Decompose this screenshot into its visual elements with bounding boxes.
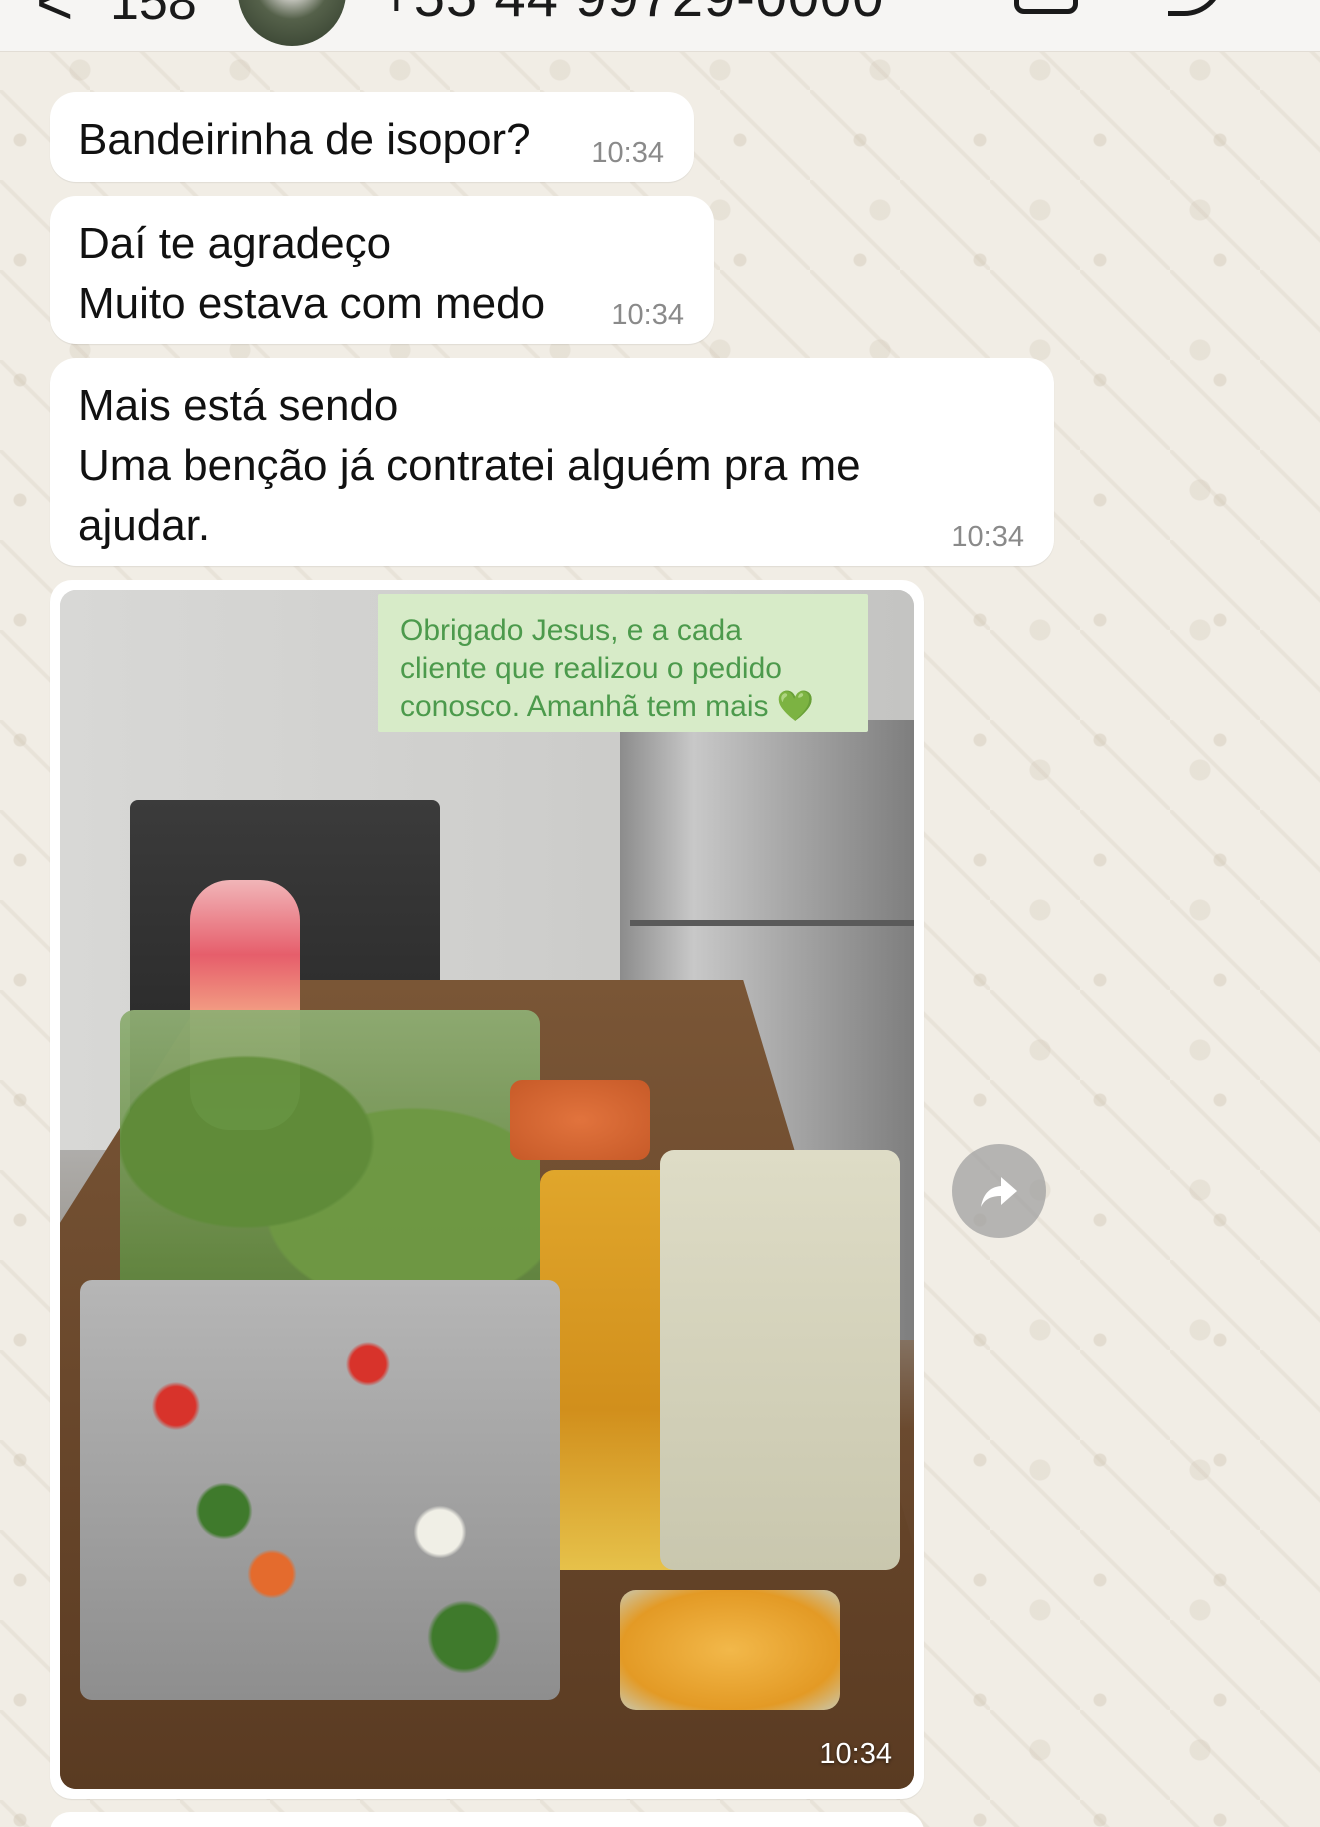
image-message-time: 10:34 bbox=[819, 1738, 892, 1770]
caption-line: Obrigado Jesus, e a cada bbox=[400, 614, 742, 647]
phone-icon[interactable] bbox=[1168, 0, 1224, 16]
message-text: Daí te agradeço bbox=[78, 219, 392, 268]
contact-phone[interactable]: +55 44 99729-0000 bbox=[380, 0, 884, 29]
message-time: 10:34 bbox=[611, 299, 684, 331]
photo-sprouts-bags bbox=[660, 1150, 900, 1570]
forward-arrow-icon bbox=[981, 1177, 1017, 1207]
message-text: ajudar. bbox=[78, 501, 211, 550]
message-text: Bandeirinha de isopor? bbox=[78, 115, 531, 164]
photo-mango-bag bbox=[620, 1590, 840, 1710]
next-message-bubble[interactable] bbox=[50, 1812, 924, 1827]
photo-carrots-bag bbox=[510, 1080, 650, 1160]
food-photo[interactable]: Obrigado Jesus, e a cada cliente que rea… bbox=[60, 590, 914, 1789]
photo-vegetable-trays bbox=[80, 1280, 560, 1700]
caption-text: conosco. Amanhã tem mais bbox=[400, 690, 769, 723]
contact-avatar[interactable] bbox=[238, 0, 346, 46]
photo-caption-overlay: Obrigado Jesus, e a cada cliente que rea… bbox=[378, 594, 868, 732]
message-bubble[interactable]: Daí te agradeço Muito estava com medo 10… bbox=[50, 196, 714, 344]
caption-line: cliente que realizou o pedido bbox=[400, 652, 782, 685]
video-camera-icon[interactable] bbox=[1014, 0, 1078, 14]
green-heart-emoji: 💚 bbox=[776, 690, 815, 723]
unread-count[interactable]: 158 bbox=[110, 0, 197, 32]
message-bubble[interactable]: Mais está sendo Uma benção já contratei … bbox=[50, 358, 1054, 566]
message-text: Mais está sendo bbox=[78, 381, 399, 430]
back-chevron-icon[interactable]: < bbox=[36, 0, 73, 34]
caption-line: conosco. Amanhã tem mais 💚 bbox=[400, 688, 846, 726]
forward-button[interactable] bbox=[952, 1144, 1046, 1238]
message-text: Muito estava com medo bbox=[78, 279, 546, 328]
message-time: 10:34 bbox=[951, 521, 1024, 553]
image-message-bubble[interactable]: Obrigado Jesus, e a cada cliente que rea… bbox=[50, 580, 924, 1799]
message-text: Uma benção já contratei alguém pra me bbox=[78, 441, 861, 490]
photo-fridge-handle bbox=[630, 920, 914, 926]
chat-header: < 158 +55 44 99729-0000 bbox=[0, 0, 1320, 52]
message-bubble[interactable]: Bandeirinha de isopor? 10:34 bbox=[50, 92, 694, 182]
message-time: 10:34 bbox=[591, 137, 664, 169]
